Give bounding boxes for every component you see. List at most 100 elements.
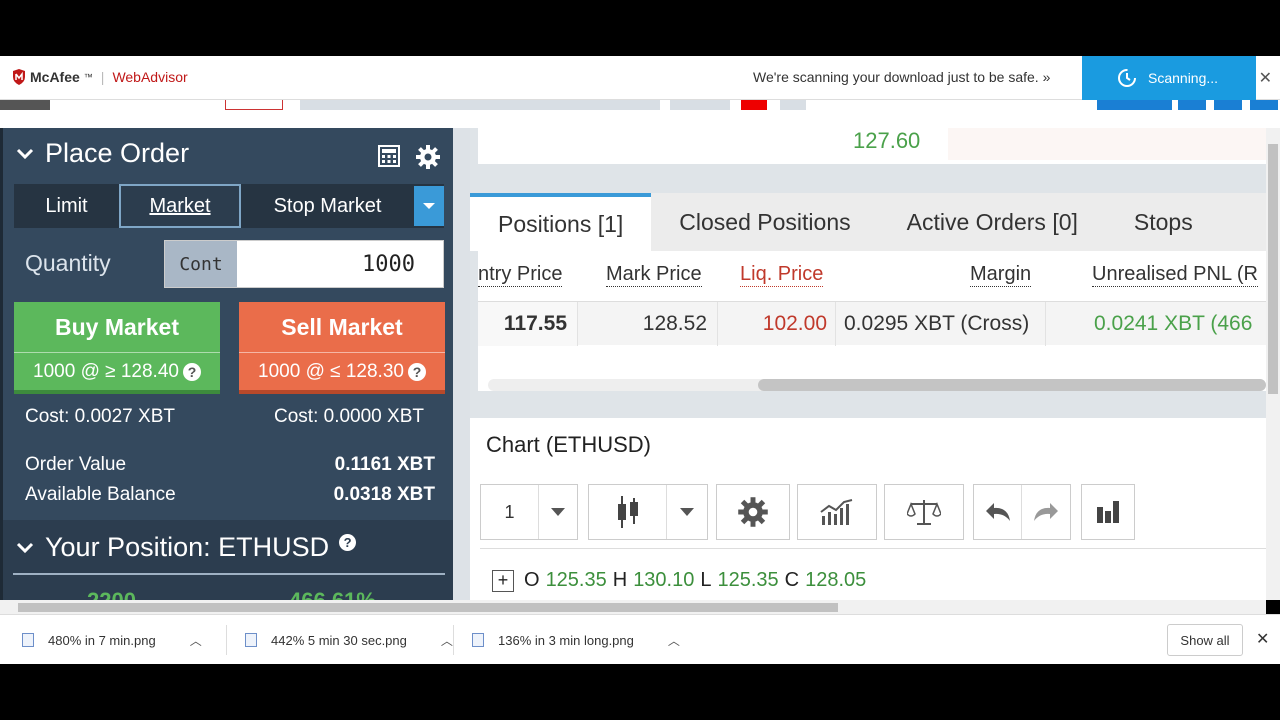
interval-dropdown[interactable] [539,485,577,539]
horizontal-scrollbar[interactable] [0,600,1266,614]
orderbook-ask-shade [948,128,1266,160]
chart-type-selector[interactable] [588,484,708,540]
table-scrollbar[interactable] [488,379,1266,391]
depth-chart-button[interactable] [1081,484,1135,540]
mcafee-trademark: ™ [83,72,93,82]
download-filename: 442% 5 min 30 sec.png [271,632,407,648]
close-value: 128.05 [805,569,867,591]
chart-settings-button[interactable] [716,484,790,540]
image-file-icon [22,633,34,647]
toolbar-stub [300,100,660,110]
tab-positions[interactable]: Positions [1] [470,193,652,251]
order-tools [377,144,441,170]
table-row[interactable]: 117.55 128.52 102.00 0.0295 XBT (Cross) … [478,301,1266,346]
mcafee-brand: McAfee [30,69,80,85]
indicators-icon [798,485,876,539]
scrollbar-thumb[interactable] [1268,144,1278,394]
download-item[interactable]: 442% 5 min 30 sec.png ︿ [245,615,453,665]
liq-price: 102.00 [718,302,836,346]
toolbar-stub [670,100,730,110]
quantity-input[interactable]: 1000 [237,241,443,287]
scrollbar-thumb[interactable] [18,603,838,612]
toolbar-stub [741,100,767,110]
order-type-dropdown[interactable] [414,184,444,228]
toolbar-stub [225,100,283,110]
buy-cost: Cost: 0.0027 XBT [25,406,175,427]
mark-price: 128.52 [578,302,718,346]
tab-active-orders[interactable]: Active Orders [0] [879,193,1106,251]
panel-divider[interactable] [453,128,470,600]
tab-stops[interactable]: Stops [1106,193,1221,251]
image-file-icon [245,633,257,647]
place-order-header[interactable]: Place Order [15,138,189,169]
gear-icon [717,485,789,539]
buy-market-detail: 1000 @ ≥ 128.40? [14,352,220,390]
close-icon[interactable]: ✕ [1259,68,1272,88]
close-icon[interactable]: ✕ [1256,629,1269,649]
column-header-entry-price[interactable]: ntry Price [478,263,563,287]
scrollbar-thumb[interactable] [758,379,1266,391]
undo-redo-group [973,484,1071,540]
low-value: 125.35 [717,569,779,591]
bar-chart-icon [1082,485,1134,539]
chart-type-dropdown[interactable] [667,485,707,539]
sell-market-detail: 1000 @ ≤ 128.30? [239,352,445,390]
last-price: 127.60 [853,128,921,153]
divider [453,625,454,655]
help-icon[interactable]: ? [339,534,357,551]
undo-icon[interactable] [974,485,1022,539]
main-content: 127.60 Positions [1] Closed Positions Ac… [470,128,1266,600]
download-filename: 136% in 3 min long.png [498,632,634,648]
chevron-up-icon[interactable]: ︿ [441,632,453,649]
dropdown-toggle[interactable] [414,186,444,226]
interval-selector[interactable]: 1 [480,484,578,540]
calculator-icon[interactable] [377,144,401,168]
toolbar-stub [780,100,806,110]
close-label: C [784,569,800,591]
positions-tabs: Positions [1] Closed Positions Active Or… [470,193,1266,251]
mcafee-shield-icon [13,69,25,85]
hidden-toolbar-strip [0,100,1280,128]
column-header-liq-price[interactable]: Liq. Price [740,263,824,287]
vertical-scrollbar[interactable] [1266,128,1280,600]
place-order-panel: Place Order Limit Market Stop Market Qua… [0,128,453,613]
mcafee-product: WebAdvisor [112,69,188,85]
download-item[interactable]: 480% in 7 min.png ︿ [22,615,202,665]
tab-limit[interactable]: Limit [14,184,119,228]
sell-market-button[interactable]: Sell Market 1000 @ ≤ 128.30? [239,302,445,394]
toolbar-stub [1097,100,1172,110]
column-header-margin[interactable]: Margin [970,263,1032,287]
scanning-label: Scanning... [1148,70,1219,86]
margin-value: 0.0295 XBT (Cross) [836,302,1046,346]
compare-button[interactable] [884,484,964,540]
chevron-up-icon[interactable]: ︿ [190,632,202,649]
column-header-unrealised-pnl[interactable]: Unrealised PNL (R [1092,263,1258,287]
unrealised-pnl: 0.0241 XBT (466 [1094,312,1253,335]
tab-stop-market[interactable]: Stop Market [241,184,414,228]
buy-market-price: 1000 @ ≥ 128.40 [33,360,179,382]
your-position-header[interactable]: Your Position: ETHUSD ? [15,532,357,563]
column-header-mark-price[interactable]: Mark Price [606,263,702,287]
download-item[interactable]: 136% in 3 min long.png ︿ [472,615,680,665]
toolbar-stub [0,100,50,110]
caret-down-icon [551,508,565,516]
interval-value: 1 [481,485,539,539]
tab-market[interactable]: Market [119,184,241,228]
redo-icon[interactable] [1022,485,1070,539]
indicators-button[interactable] [797,484,877,540]
divider [226,625,227,655]
show-all-button[interactable]: Show all [1167,624,1243,656]
help-icon[interactable]: ? [407,362,426,381]
tab-closed-positions[interactable]: Closed Positions [651,193,878,251]
plus-icon[interactable]: + [492,569,514,592]
chevron-down-icon[interactable] [15,144,35,164]
chevron-down-icon[interactable] [15,538,35,558]
available-balance-label: Available Balance [25,484,176,505]
help-icon[interactable]: ? [182,362,201,381]
chevron-up-icon[interactable]: ︿ [668,632,680,649]
order-value-label: Order Value [25,454,127,475]
gear-icon[interactable] [415,144,441,170]
buy-market-button[interactable]: Buy Market 1000 @ ≥ 128.40? [14,302,220,394]
scan-message[interactable]: We're scanning your download just to be … [753,69,1050,85]
high-label: H [612,569,628,591]
